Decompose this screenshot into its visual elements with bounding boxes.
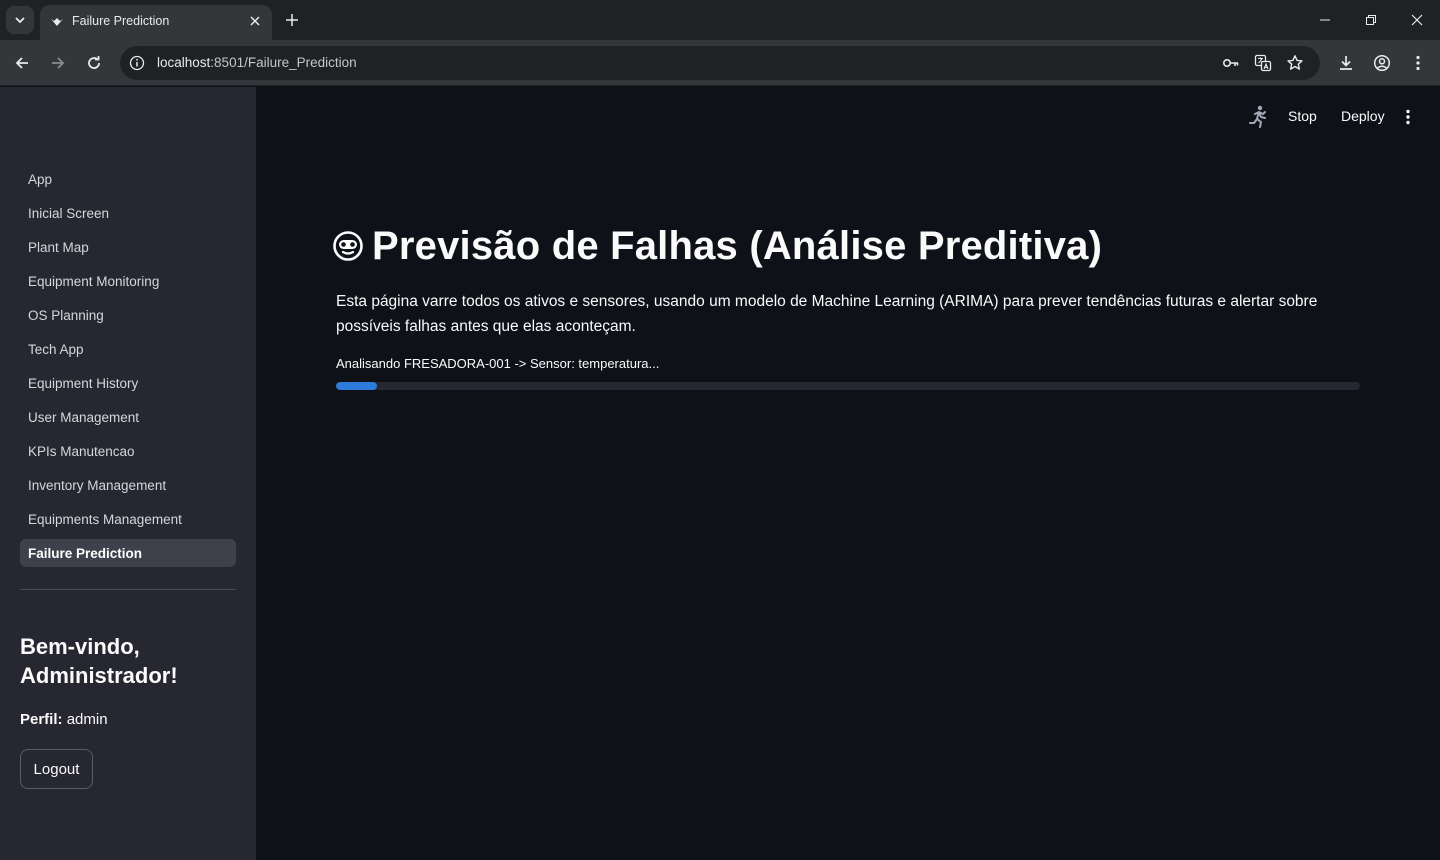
download-icon xyxy=(1340,56,1352,70)
sidebar-divider xyxy=(20,589,236,590)
app-menu-button[interactable] xyxy=(1398,105,1418,129)
sidebar-item-label: Inventory Management xyxy=(28,477,167,493)
sidebar-item-equipment-history[interactable]: Equipment History xyxy=(20,369,236,397)
close-icon xyxy=(250,16,260,26)
profile-label: Perfil: xyxy=(20,711,63,728)
close-window-button[interactable] xyxy=(1407,10,1427,30)
robot-face-icon xyxy=(333,231,363,261)
page-description: Esta página varre todos os ativos e sens… xyxy=(336,293,1318,335)
sidebar-item-tech-app[interactable]: Tech App xyxy=(20,335,236,363)
url-text: localhost:8501/Failure_Prediction xyxy=(157,55,357,70)
minimize-icon xyxy=(1320,19,1330,21)
reload-icon xyxy=(88,56,100,69)
sidebar-item-label: Plant Map xyxy=(28,239,89,255)
tab-title: Failure Prediction xyxy=(72,14,170,28)
progress-bar-fill xyxy=(336,382,377,390)
sidebar-item-kpis-manutencao[interactable]: KPIs Manutencao xyxy=(20,437,236,465)
logout-button[interactable]: Logout xyxy=(20,749,93,789)
close-icon xyxy=(1411,14,1423,26)
restore-icon xyxy=(1366,15,1376,25)
sidebar-item-failure-prediction[interactable]: Failure Prediction xyxy=(20,539,236,567)
browser-menu-button[interactable] xyxy=(1406,51,1430,75)
translate-button[interactable] xyxy=(1254,54,1272,72)
stop-button[interactable]: Stop xyxy=(1288,108,1317,124)
info-icon xyxy=(129,55,145,71)
sidebar-item-label: Equipment Monitoring xyxy=(28,273,160,289)
browser-toolbar: localhost:8501/Failure_Prediction xyxy=(0,40,1440,86)
key-icon xyxy=(1222,59,1239,68)
restore-button[interactable] xyxy=(1361,10,1381,30)
more-vertical-icon xyxy=(1416,55,1420,71)
url-host: localhost xyxy=(157,55,211,70)
sidebar-item-label: KPIs Manutencao xyxy=(28,443,135,459)
password-key-button[interactable] xyxy=(1222,54,1240,72)
arrow-left-icon xyxy=(15,57,28,69)
sidebar-item-label: OS Planning xyxy=(28,307,104,323)
sidebar-item-label: User Management xyxy=(28,409,140,425)
account-icon xyxy=(1373,54,1391,72)
new-tab-button[interactable] xyxy=(282,10,302,30)
browser-tab-strip: Failure Prediction xyxy=(0,0,1440,40)
star-icon xyxy=(1287,55,1303,70)
translate-icon xyxy=(1254,54,1272,72)
sidebar-item-inicial-screen[interactable]: Inicial Screen xyxy=(20,199,236,227)
sidebar-item-label: Equipment History xyxy=(28,375,139,391)
downloads-button[interactable] xyxy=(1334,51,1358,75)
url-path: :8501/Failure_Prediction xyxy=(210,55,357,70)
chevron-down-icon xyxy=(15,17,25,24)
sidebar-item-os-planning[interactable]: OS Planning xyxy=(20,301,236,329)
main-content: Stop Deploy Previsão de Falhas (Análise … xyxy=(256,87,1440,860)
back-button[interactable] xyxy=(10,51,34,75)
reload-button[interactable] xyxy=(82,51,106,75)
progress-bar xyxy=(336,382,1360,390)
streamlit-favicon-icon xyxy=(51,18,63,26)
page-title: Previsão de Falhas (Análise Preditiva) xyxy=(372,223,1103,268)
sidebar-item-app[interactable]: App xyxy=(20,165,236,193)
sidebar-item-label: App xyxy=(28,171,53,187)
sidebar: App Inicial Screen Plant Map Equipment Moni… xyxy=(0,87,256,860)
profile-line: Perfil: admin xyxy=(20,711,108,728)
forward-button[interactable] xyxy=(46,51,70,75)
sidebar-item-label: Equipments Management xyxy=(28,511,182,527)
progress-status-text: Analisando FRESADORA-001 -> Sensor: temp… xyxy=(336,356,660,371)
deploy-button[interactable]: Deploy xyxy=(1341,108,1385,124)
sidebar-item-inventory-management[interactable]: Inventory Management xyxy=(20,471,236,499)
plus-icon xyxy=(286,14,298,26)
welcome-heading: Bem-vindo, Administrador! xyxy=(20,634,178,688)
running-indicator xyxy=(1246,105,1270,129)
sidebar-item-label: Tech App xyxy=(28,341,84,357)
sidebar-item-label: Inicial Screen xyxy=(28,205,110,221)
sidebar-nav: App Inicial Screen Plant Map Equipment Moni… xyxy=(20,165,236,573)
sidebar-item-equipment-monitoring[interactable]: Equipment Monitoring xyxy=(20,267,236,295)
sidebar-item-equipments-management[interactable]: Equipments Management xyxy=(20,505,236,533)
more-vertical-icon xyxy=(1406,109,1410,125)
browser-tab[interactable]: Failure Prediction xyxy=(40,5,272,40)
minimize-button[interactable] xyxy=(1315,10,1335,30)
page-title-row: Previsão de Falhas (Análise Preditiva) xyxy=(332,221,1102,271)
profile-button[interactable] xyxy=(1370,51,1394,75)
address-bar[interactable]: localhost:8501/Failure_Prediction xyxy=(120,46,1320,80)
tab-close-button[interactable] xyxy=(246,12,264,30)
tab-search-button[interactable] xyxy=(6,6,34,34)
sidebar-item-label: Failure Prediction xyxy=(28,545,143,561)
arrow-right-icon xyxy=(52,57,65,69)
bookmark-button[interactable] xyxy=(1286,54,1304,72)
profile-value: admin xyxy=(66,711,108,728)
running-man-icon xyxy=(1249,105,1266,128)
sidebar-item-plant-map[interactable]: Plant Map xyxy=(20,233,236,261)
site-info-button[interactable] xyxy=(128,54,146,72)
sidebar-item-user-management[interactable]: User Management xyxy=(20,403,236,431)
